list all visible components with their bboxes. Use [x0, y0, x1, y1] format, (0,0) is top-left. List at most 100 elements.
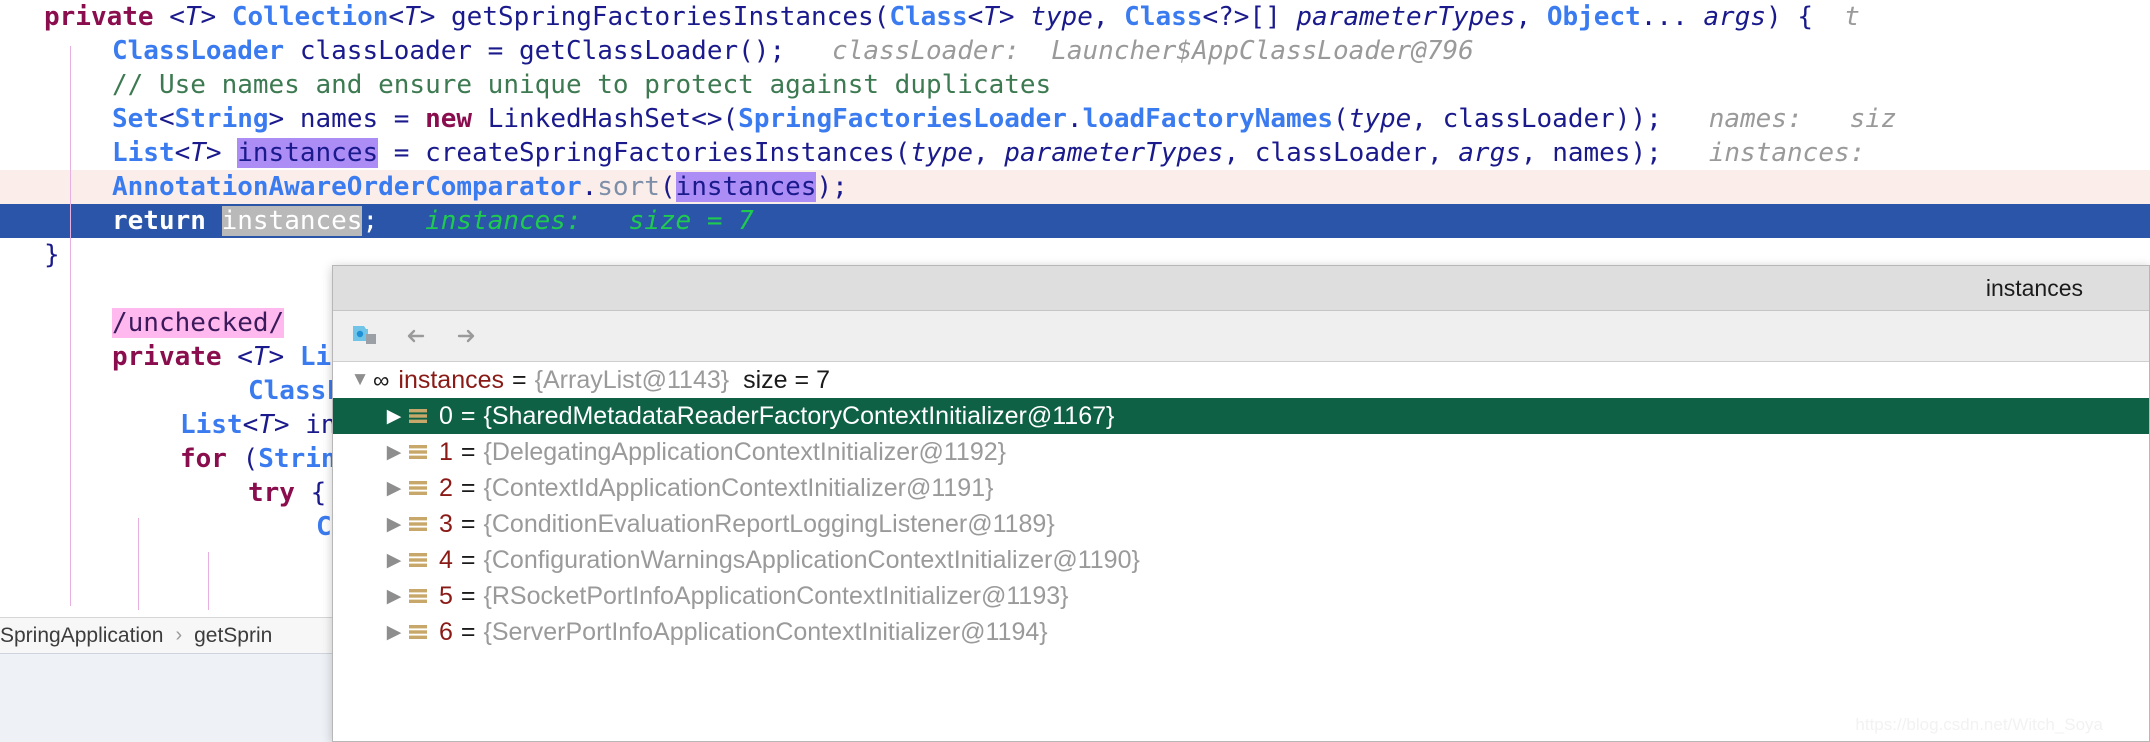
list-node-icon [407, 477, 429, 499]
code-token: <T> [242, 410, 290, 440]
code-token: } [44, 240, 60, 270]
tree-item-row[interactable]: ▶ 1 = {DelegatingApplicationContextInitiali… [333, 434, 2149, 470]
line-classloader[interactable]: ClassLoader classLoader = getClassLoader… [0, 34, 2150, 68]
code-token: Object [1546, 2, 1641, 32]
equals-sign: = [460, 509, 476, 538]
code-token: try [248, 478, 295, 508]
popup-title-label: instances [1985, 274, 2083, 301]
code-token: instances: [1661, 138, 1866, 168]
tree-root-row[interactable]: ▼ ∞ instances = {ArrayList@1143} size = 7 [333, 362, 2149, 398]
code-token: classLoader: Launcher$AppClassLoader@796 [785, 36, 1474, 66]
code-token: names: siz [1661, 104, 1897, 134]
line-names[interactable]: Set<String> names = new LinkedHashSet<>(… [0, 102, 2150, 136]
code-token: instances: size = 7 [378, 206, 754, 236]
code-token: ... [1640, 2, 1704, 32]
code-token: , classLoader)); [1411, 104, 1662, 134]
breadcrumb-separator: › [175, 624, 183, 646]
tree-root-value: {ArrayList@1143} [534, 365, 730, 394]
code-token: sort [597, 172, 660, 202]
code-token: instances [221, 206, 363, 236]
chevron-right-icon[interactable]: ▶ [381, 549, 407, 572]
code-token: instances [675, 172, 817, 202]
code-token: parameterTypes [1296, 2, 1516, 32]
code-token: Class [889, 2, 968, 32]
popup-toolbar[interactable] [333, 311, 2149, 362]
line-instances[interactable]: List<T> instances = createSpringFactorie… [0, 136, 2150, 170]
code-token: Set [112, 104, 159, 134]
chevron-right-icon[interactable]: ▶ [381, 513, 407, 536]
tree-item-index: 3 [439, 509, 453, 538]
breadcrumb-item[interactable]: SpringApplication [0, 624, 163, 648]
code-token: parameterTypes [1004, 138, 1224, 168]
code-token: ( [226, 444, 259, 474]
list-node-icon [407, 513, 429, 535]
line-signature[interactable]: private <T> Collection<T> getSpringFacto… [0, 0, 2150, 34]
tree-item-value: {DelegatingApplicationContextInitializer… [483, 437, 1006, 466]
tree-item-row[interactable]: ▶ 5 = {RSocketPortInfoApplicationContextIni… [333, 578, 2149, 614]
code-token: , [1515, 2, 1547, 32]
line-return[interactable]: return instances; instances: size = 7 [0, 204, 2150, 238]
list-node-icon [407, 621, 429, 643]
equals-sign: = [460, 617, 476, 646]
code-token: t [1828, 2, 1860, 32]
indent-guide [70, 46, 71, 606]
arrow-left-icon[interactable] [401, 321, 431, 351]
tree-item-row[interactable]: ▶ 4 = {ConfigurationWarningsApplicationCont… [333, 542, 2149, 578]
code-token: <T> [237, 342, 285, 372]
indent-guide [138, 518, 139, 610]
code-token: LinkedHashSet<>( [472, 104, 739, 134]
code-token: , [972, 138, 1005, 168]
chevron-right-icon[interactable]: ▶ [381, 405, 407, 428]
code-token: instances [237, 138, 379, 168]
code-token: <T> [388, 2, 436, 32]
tree-item-row[interactable]: ▶ 3 = {ConditionEvaluationReportLoggingList… [333, 506, 2149, 542]
code-token: <T> [967, 2, 1015, 32]
tree-item-index: 0 [439, 401, 453, 430]
tree-root-size: size = 7 [743, 365, 830, 394]
code-token: List [112, 138, 175, 168]
code-token: Class [1124, 2, 1203, 32]
chevron-right-icon[interactable]: ▶ [381, 621, 407, 644]
tree-item-index: 5 [439, 581, 453, 610]
code-token: classLoader = getClassLoader(); [284, 36, 786, 66]
chevron-down-icon[interactable]: ▼ [347, 369, 373, 391]
inspect-variable-popup[interactable]: instances ▼ ∞ instances = {ArrayList@114… [332, 265, 2150, 742]
arrow-right-icon[interactable] [451, 321, 481, 351]
code-token: <T> [174, 138, 222, 168]
line-comment[interactable]: // Use names and ensure unique to protec… [0, 68, 2150, 102]
popup-title-bar: instances [333, 266, 2149, 311]
equals-sign: = [460, 581, 476, 610]
line-sort[interactable]: AnnotationAwareOrderComparator.sort(inst… [0, 170, 2150, 204]
chevron-right-icon[interactable]: ▶ [381, 441, 407, 464]
code-token: loadFactoryNames [1082, 104, 1334, 134]
breadcrumb-item[interactable]: getSprin [194, 624, 272, 648]
variable-tree[interactable]: ▼ ∞ instances = {ArrayList@1143} size = 7 ▶ 0 ={… [333, 362, 2149, 741]
code-token: args [1458, 138, 1521, 168]
tree-item-row[interactable]: ▶ 2 = {ContextIdApplicationContextInitializ… [333, 470, 2149, 506]
list-node-icon [407, 405, 429, 427]
code-token: . [581, 172, 598, 202]
code-token: return [112, 206, 222, 236]
chevron-right-icon[interactable]: ▶ [381, 477, 407, 500]
code-token: ); [816, 172, 848, 202]
tree-root-name: instances [398, 365, 505, 394]
tree-item-row[interactable]: ▶ 0 = {SharedMetadataReaderFactoryContextIn… [333, 398, 2149, 434]
chevron-right-icon[interactable]: ▶ [381, 585, 407, 608]
tree-item-row[interactable]: ▶ 6 = {ServerPortInfoApplicationContextInit… [333, 614, 2149, 650]
infinity-icon: ∞ [373, 366, 389, 393]
code-token: // Use names and ensure unique to protec… [112, 70, 1052, 100]
code-token: ( [659, 172, 676, 202]
equals-sign: = [460, 473, 476, 502]
object-folder-icon[interactable] [351, 321, 381, 351]
indent-guide [208, 552, 209, 610]
tree-item-value: {ConditionEvaluationReportLoggingListene… [483, 509, 1055, 538]
list-node-icon [407, 549, 429, 571]
code-token: < [158, 104, 175, 134]
code-token: ClassLoader [112, 36, 285, 66]
code-token: private [112, 342, 222, 372]
